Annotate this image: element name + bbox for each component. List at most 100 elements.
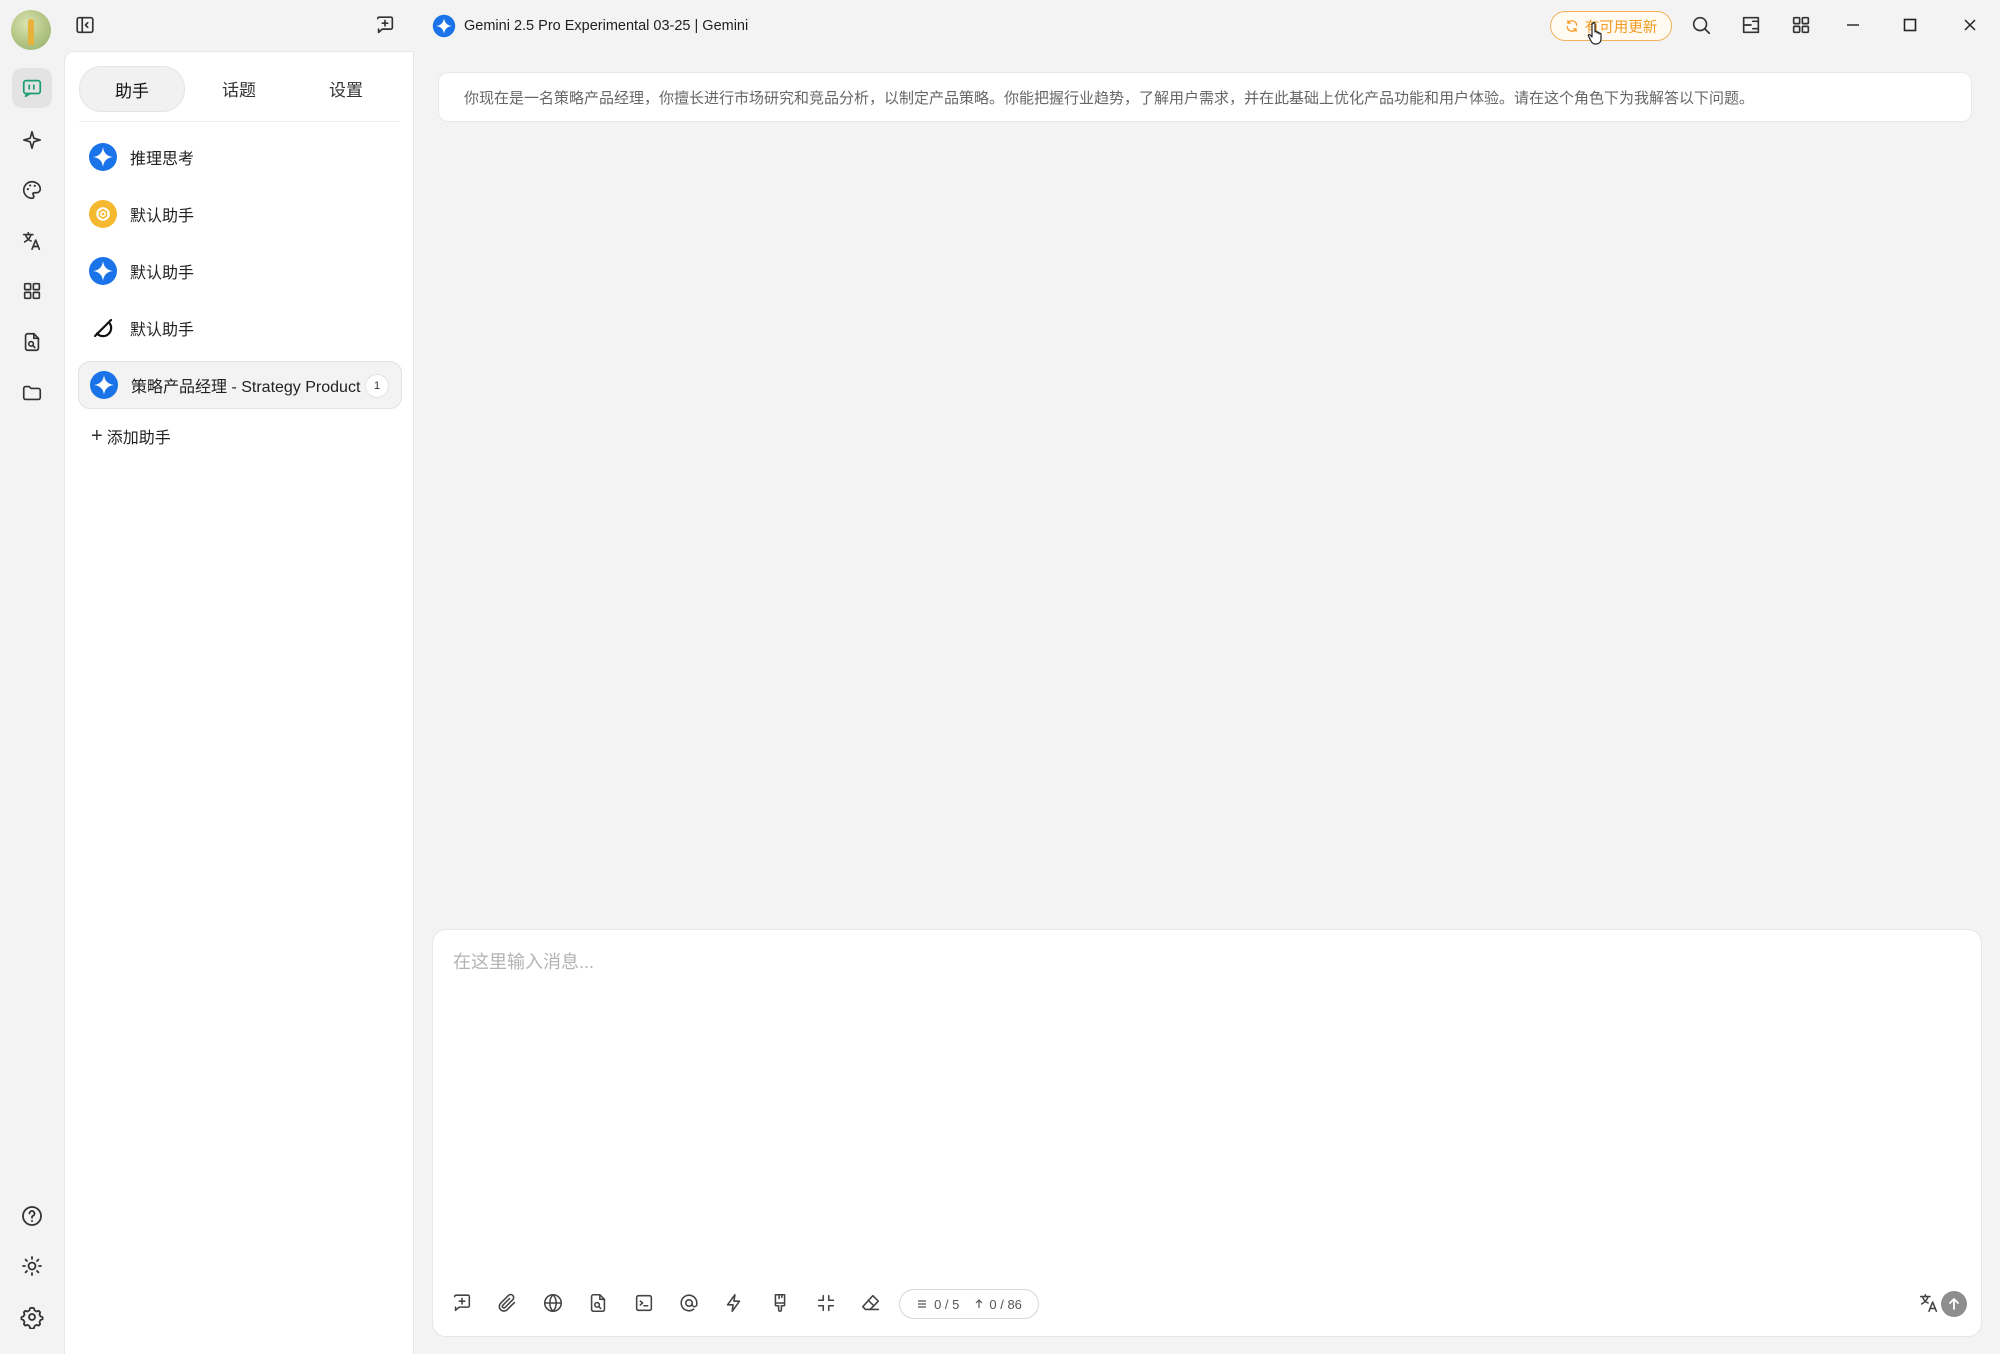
sparkle-icon bbox=[22, 130, 42, 150]
assistant-label: 默认助手 bbox=[130, 208, 195, 225]
left-rail bbox=[0, 0, 64, 1353]
new-topic-button[interactable] bbox=[372, 12, 398, 38]
theme-toggle-button[interactable] bbox=[12, 1246, 52, 1286]
close-icon bbox=[1964, 19, 1976, 31]
assistant-label: 策略产品经理 - Strategy Product Manager bbox=[131, 379, 363, 396]
title-bar: Gemini 2.5 Pro Experimental 03-25 | Gemi… bbox=[412, 0, 2000, 51]
file-search-icon bbox=[24, 332, 40, 352]
help-icon bbox=[22, 1206, 42, 1226]
mention-button[interactable] bbox=[673, 1287, 705, 1319]
sidebar-collapse-icon bbox=[76, 16, 94, 34]
folder-icon bbox=[22, 385, 42, 401]
attach-button[interactable] bbox=[491, 1287, 523, 1319]
layout-icon bbox=[1742, 16, 1760, 34]
paperclip-icon bbox=[498, 1293, 516, 1312]
files-nav-button[interactable] bbox=[12, 373, 52, 413]
gear-icon bbox=[20, 1306, 44, 1329]
message-composer: 0 / 5 0 / 86 bbox=[432, 929, 1982, 1337]
list-icon bbox=[918, 1300, 927, 1308]
arrow-up-icon bbox=[975, 1299, 983, 1308]
chat-nav-button[interactable] bbox=[12, 68, 52, 108]
new-topic-tool-button[interactable] bbox=[446, 1287, 478, 1319]
assistant-label: 默认助手 bbox=[130, 322, 195, 339]
translate-icon bbox=[22, 231, 41, 251]
new-chat-icon bbox=[453, 1294, 471, 1312]
clear-button[interactable] bbox=[855, 1287, 887, 1319]
update-available-button[interactable]: 有可用更新 bbox=[1550, 11, 1672, 41]
add-assistant-button[interactable]: + 添加助手 bbox=[91, 424, 171, 448]
tab-topics[interactable]: 话题 bbox=[187, 66, 291, 110]
help-button[interactable] bbox=[12, 1196, 52, 1236]
collapse-button[interactable] bbox=[810, 1287, 842, 1319]
add-assistant-label: 添加助手 bbox=[106, 430, 171, 447]
panel-tabs: 助手 话题 设置 bbox=[79, 66, 399, 114]
brush-icon bbox=[774, 1293, 786, 1312]
image-generation-button[interactable] bbox=[764, 1287, 796, 1319]
grok-icon bbox=[88, 313, 118, 343]
minimize-icon bbox=[1847, 24, 1859, 26]
token-count: 0 / 86 bbox=[989, 1296, 1022, 1312]
globe-icon bbox=[543, 1293, 563, 1313]
quick-phrase-button[interactable] bbox=[718, 1287, 750, 1319]
minimize-button[interactable] bbox=[1840, 12, 1866, 38]
apps-nav-button[interactable] bbox=[12, 271, 52, 311]
translate-nav-button[interactable] bbox=[12, 221, 52, 261]
translate-icon bbox=[1919, 1293, 1938, 1313]
plus-icon: + bbox=[91, 425, 103, 447]
arrow-up-icon bbox=[1949, 1298, 1959, 1310]
context-count: 0 / 5 bbox=[934, 1296, 960, 1312]
layout-button[interactable] bbox=[1738, 12, 1764, 38]
terminal-icon bbox=[635, 1294, 653, 1312]
close-button[interactable] bbox=[1957, 12, 1983, 38]
tabs-divider bbox=[79, 121, 399, 122]
openai-icon bbox=[88, 199, 118, 229]
mcp-button[interactable] bbox=[628, 1287, 660, 1319]
token-counter[interactable]: 0 / 5 0 / 86 bbox=[899, 1289, 1039, 1319]
palette-icon bbox=[23, 180, 42, 200]
grid-icon bbox=[23, 282, 41, 300]
knowledge-base-button[interactable] bbox=[582, 1287, 614, 1319]
system-prompt-card[interactable]: 你现在是一名策略产品经理，你擅长进行市场研究和竞品分析，以制定产品策略。你能把握… bbox=[438, 72, 1972, 122]
assistant-label: 默认助手 bbox=[130, 265, 195, 282]
paint-nav-button[interactable] bbox=[12, 170, 52, 210]
collapse-icon bbox=[817, 1294, 835, 1312]
gemini-icon bbox=[89, 370, 119, 400]
settings-button[interactable] bbox=[12, 1297, 52, 1337]
web-search-button[interactable] bbox=[537, 1287, 569, 1319]
assistant-item[interactable]: 默认助手 bbox=[78, 248, 400, 294]
assistant-item[interactable]: 默认助手 bbox=[78, 191, 400, 237]
assistant-label: 推理思考 bbox=[130, 151, 195, 168]
toggle-sidebar-button[interactable] bbox=[72, 12, 98, 38]
window-title: Gemini 2.5 Pro Experimental 03-25 | Gemi… bbox=[464, 18, 749, 34]
at-icon bbox=[680, 1294, 698, 1312]
agents-nav-button[interactable] bbox=[12, 120, 52, 160]
hand-cursor-icon bbox=[1587, 22, 1602, 45]
maximize-icon bbox=[1903, 18, 1917, 32]
knowledge-nav-button[interactable] bbox=[12, 322, 52, 362]
gemini-icon bbox=[88, 256, 118, 286]
system-prompt-text: 你现在是一名策略产品经理，你擅长进行市场研究和竞品分析，以制定产品策略。你能把握… bbox=[464, 89, 1755, 107]
chat-icon bbox=[22, 79, 42, 98]
assistant-item-active[interactable]: 策略产品经理 - Strategy Product Manager 1 bbox=[78, 361, 402, 409]
eraser-icon bbox=[861, 1294, 880, 1311]
maximize-button[interactable] bbox=[1897, 12, 1923, 38]
gemini-icon bbox=[432, 14, 456, 38]
user-avatar[interactable] bbox=[11, 10, 51, 50]
gemini-icon bbox=[88, 142, 118, 172]
search-button[interactable] bbox=[1688, 12, 1714, 38]
model-selector[interactable]: Gemini 2.5 Pro Experimental 03-25 | Gemi… bbox=[432, 14, 748, 38]
message-input[interactable] bbox=[451, 946, 1955, 1250]
assistant-item[interactable]: 推理思考 bbox=[78, 134, 400, 180]
refresh-icon bbox=[1566, 20, 1578, 32]
grid-icon bbox=[1792, 16, 1810, 34]
assistant-item[interactable]: 默认助手 bbox=[78, 305, 400, 351]
tab-assistants[interactable]: 助手 bbox=[79, 66, 185, 112]
search-icon bbox=[1692, 16, 1711, 35]
file-search-icon bbox=[590, 1293, 606, 1313]
topic-count-badge: 1 bbox=[365, 374, 389, 398]
send-button[interactable] bbox=[1941, 1291, 1967, 1317]
new-chat-icon bbox=[376, 16, 394, 34]
lightning-icon bbox=[726, 1293, 741, 1313]
tab-settings[interactable]: 设置 bbox=[294, 66, 398, 110]
apps-button[interactable] bbox=[1788, 12, 1814, 38]
